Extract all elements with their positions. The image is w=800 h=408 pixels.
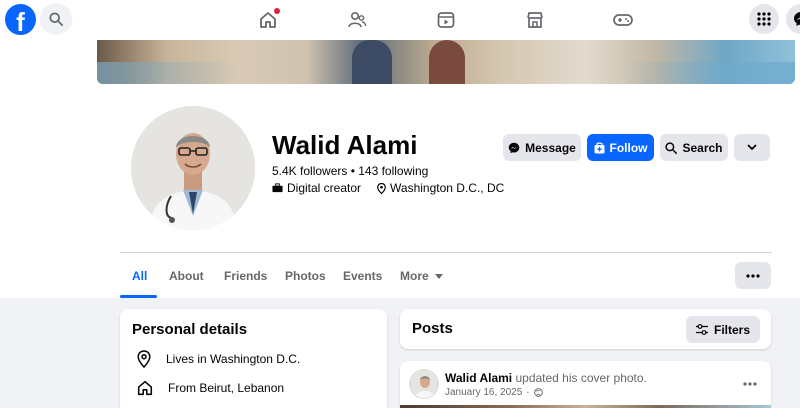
search-icon bbox=[665, 141, 678, 154]
apps-menu-button[interactable] bbox=[749, 4, 779, 34]
header-divider bbox=[120, 252, 772, 253]
posts-header-card: Posts Filters bbox=[400, 309, 771, 349]
location-pin-icon bbox=[377, 182, 386, 194]
follow-button-label: Follow bbox=[609, 140, 648, 155]
messenger-icon bbox=[794, 12, 800, 26]
tab-more-label: More bbox=[400, 269, 429, 283]
top-navigation-bar: f bbox=[0, 0, 800, 40]
tab-more[interactable]: More bbox=[400, 269, 443, 283]
follow-icon bbox=[594, 142, 604, 153]
location-pin-icon bbox=[137, 350, 151, 368]
profile-photo-illustration bbox=[131, 106, 255, 230]
post-author-name[interactable]: Walid Alami bbox=[445, 371, 512, 385]
search-profile-button[interactable]: Search bbox=[660, 134, 728, 161]
detail-from-text: From Beirut, Lebanon bbox=[168, 381, 285, 395]
filters-button[interactable]: Filters bbox=[685, 316, 760, 343]
post-card: Walid Alami updated his cover photo. Jan… bbox=[400, 361, 771, 408]
briefcase-icon bbox=[272, 183, 283, 193]
profile-picture[interactable] bbox=[129, 104, 257, 232]
marketplace-tab[interactable] bbox=[523, 8, 547, 32]
friends-icon bbox=[348, 11, 367, 28]
friends-tab[interactable] bbox=[345, 8, 369, 32]
tab-about[interactable]: About bbox=[169, 269, 204, 283]
detail-row-lives-in: Lives in Washington D.C. bbox=[136, 350, 300, 368]
post-date[interactable]: January 16, 2025 bbox=[445, 387, 522, 398]
post-date-line: January 16, 2025 · bbox=[445, 387, 543, 398]
apps-menu-icon bbox=[757, 12, 771, 26]
more-horizontal-icon bbox=[743, 382, 757, 386]
notification-dot bbox=[274, 8, 280, 14]
cover-photo[interactable] bbox=[97, 40, 795, 84]
video-tab[interactable] bbox=[434, 8, 458, 32]
message-button-label: Message bbox=[525, 140, 576, 155]
search-button-label: Search bbox=[682, 140, 723, 155]
video-icon bbox=[437, 12, 455, 28]
filters-icon bbox=[695, 324, 708, 335]
caret-down-icon bbox=[434, 273, 443, 279]
personal-details-title: Personal details bbox=[132, 321, 248, 338]
profile-category: Digital creator bbox=[287, 181, 362, 195]
globe-icon bbox=[533, 388, 543, 397]
home-icon bbox=[137, 380, 153, 396]
search-button[interactable] bbox=[40, 3, 72, 35]
profile-meta: Digital creator Washington D.C., DC bbox=[272, 181, 504, 195]
more-horizontal-icon bbox=[746, 273, 760, 278]
facebook-logo-letter: f bbox=[16, 7, 25, 35]
gaming-tab[interactable] bbox=[611, 8, 635, 32]
detail-lives-in-text: Lives in Washington D.C. bbox=[166, 352, 301, 366]
more-actions-button[interactable] bbox=[734, 134, 770, 161]
profile-location: Washington D.C., DC bbox=[390, 181, 505, 195]
chevron-down-icon bbox=[747, 144, 757, 151]
follow-button[interactable]: Follow bbox=[587, 134, 654, 161]
tab-events[interactable]: Events bbox=[343, 269, 382, 283]
post-action-text: updated his cover photo. bbox=[515, 371, 647, 385]
profile-name: Walid Alami bbox=[272, 130, 418, 160]
cover-photo-figure bbox=[429, 40, 465, 84]
cover-photo-figure bbox=[352, 40, 392, 84]
post-author-photo-illustration bbox=[410, 370, 438, 398]
post-options-button[interactable] bbox=[743, 373, 757, 389]
detail-row-from: From Beirut, Lebanon bbox=[136, 379, 284, 397]
home-tab[interactable] bbox=[256, 8, 280, 32]
marketplace-icon bbox=[527, 12, 543, 28]
messenger-icon bbox=[508, 142, 520, 153]
active-tab-indicator bbox=[120, 295, 157, 298]
gaming-icon bbox=[613, 14, 633, 26]
post-author-line: Walid Alami updated his cover photo. bbox=[445, 371, 647, 385]
messenger-button[interactable] bbox=[786, 4, 800, 34]
personal-details-card: Personal details Lives in Washington D.C… bbox=[120, 309, 387, 408]
tab-friends[interactable]: Friends bbox=[224, 269, 267, 283]
filters-button-label: Filters bbox=[713, 322, 750, 337]
tab-all[interactable]: All bbox=[132, 269, 147, 283]
post-author-avatar[interactable] bbox=[409, 369, 439, 399]
avatar bbox=[131, 106, 255, 230]
tabs-more-options-button[interactable] bbox=[735, 262, 771, 289]
facebook-logo[interactable]: f bbox=[5, 4, 36, 35]
tab-photos[interactable]: Photos bbox=[285, 269, 326, 283]
posts-title: Posts bbox=[412, 320, 453, 337]
search-icon bbox=[49, 12, 63, 26]
message-button[interactable]: Message bbox=[503, 134, 581, 161]
follower-stats[interactable]: 5.4K followers • 143 following bbox=[272, 164, 428, 178]
